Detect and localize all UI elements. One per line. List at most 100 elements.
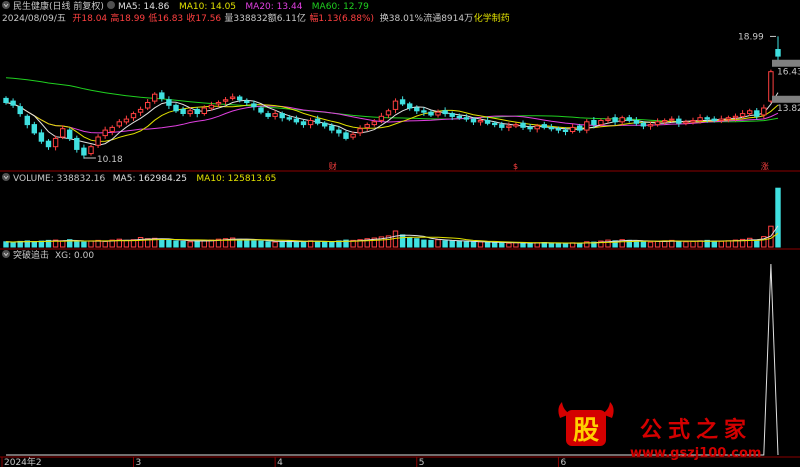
- volume-bar[interactable]: [775, 187, 781, 248]
- candle[interactable]: [407, 101, 413, 111]
- volume-bar[interactable]: [428, 239, 434, 248]
- volume-bar[interactable]: [322, 241, 328, 248]
- price-panel[interactable]: 10.18 18.99 16.43 13.82 财 $ 涨: [3, 32, 800, 171]
- volume-bar[interactable]: [102, 240, 108, 248]
- volume-bar[interactable]: [690, 240, 696, 248]
- candle[interactable]: [45, 139, 52, 150]
- candle[interactable]: [194, 107, 200, 118]
- volume-bar[interactable]: [640, 241, 647, 248]
- volume-bar[interactable]: [314, 240, 321, 248]
- volume-bar[interactable]: [463, 241, 470, 248]
- indicator-collapse-icon[interactable]: [2, 250, 10, 258]
- volume-bar[interactable]: [88, 240, 94, 248]
- volume-bar[interactable]: [194, 240, 200, 248]
- candle[interactable]: [633, 117, 640, 126]
- candle[interactable]: [577, 123, 583, 133]
- candle[interactable]: [116, 119, 122, 129]
- candle[interactable]: [300, 119, 307, 128]
- candle[interactable]: [137, 106, 144, 116]
- event-marker[interactable]: 涨: [761, 161, 769, 171]
- volume-bar[interactable]: [180, 240, 186, 248]
- stock-chart[interactable]: 民生健康(日线 前复权) MA5: 14.86 MA10: 14.05 MA20: …: [0, 0, 800, 467]
- candle[interactable]: [626, 114, 632, 123]
- volume-bar[interactable]: [173, 240, 179, 248]
- collapse-icon[interactable]: [2, 1, 10, 9]
- volume-bar[interactable]: [237, 238, 243, 248]
- candle[interactable]: [159, 90, 165, 102]
- candle[interactable]: [17, 103, 23, 117]
- volume-bar[interactable]: [60, 240, 66, 248]
- candle[interactable]: [442, 107, 448, 117]
- volume-bar[interactable]: [421, 239, 427, 248]
- volume-bar[interactable]: [414, 238, 420, 248]
- candle[interactable]: [428, 110, 434, 118]
- candle[interactable]: [145, 99, 151, 111]
- volume-bar[interactable]: [683, 241, 689, 248]
- candle[interactable]: [584, 119, 590, 134]
- volume-bar[interactable]: [399, 234, 406, 248]
- volume-bar[interactable]: [300, 240, 307, 248]
- candle[interactable]: [229, 93, 236, 101]
- volume-bar[interactable]: [647, 241, 654, 248]
- ma-settings-icon[interactable]: [107, 1, 115, 9]
- volume-bar[interactable]: [187, 241, 193, 248]
- candle[interactable]: [81, 144, 87, 159]
- volume-bar[interactable]: [435, 239, 441, 248]
- volume-bar[interactable]: [654, 240, 661, 248]
- candle[interactable]: [520, 120, 526, 130]
- candle[interactable]: [95, 134, 101, 148]
- volume-bar[interactable]: [81, 241, 87, 248]
- volume-bar[interactable]: [633, 240, 640, 248]
- volume-bar[interactable]: [470, 241, 477, 248]
- candle[interactable]: [74, 135, 80, 153]
- volume-bar[interactable]: [31, 241, 37, 248]
- candle[interactable]: [10, 98, 16, 108]
- volume-bar[interactable]: [166, 239, 172, 248]
- candle[interactable]: [244, 98, 250, 106]
- volume-bar[interactable]: [492, 242, 498, 248]
- volume-bar[interactable]: [520, 242, 526, 248]
- volume-bar[interactable]: [10, 241, 16, 248]
- candle[interactable]: [123, 115, 130, 125]
- candle[interactable]: [307, 117, 314, 129]
- volume-bar[interactable]: [548, 242, 555, 248]
- candle[interactable]: [109, 125, 115, 136]
- candle[interactable]: [130, 111, 137, 121]
- candle[interactable]: [676, 115, 682, 127]
- candle[interactable]: [754, 108, 760, 120]
- candle[interactable]: [541, 121, 547, 130]
- volume-bar[interactable]: [123, 239, 130, 248]
- volume-bar[interactable]: [407, 237, 413, 248]
- candle[interactable]: [364, 122, 370, 132]
- volume-bar[interactable]: [577, 242, 583, 248]
- candle[interactable]: [484, 117, 491, 126]
- candle[interactable]: [605, 116, 611, 124]
- candle[interactable]: [52, 135, 59, 151]
- volume-bar[interactable]: [513, 242, 519, 248]
- candle[interactable]: [60, 125, 66, 140]
- candle[interactable]: [3, 96, 9, 105]
- candle[interactable]: [392, 98, 399, 114]
- volume-bar[interactable]: [477, 241, 484, 248]
- candle[interactable]: [38, 129, 45, 144]
- volume-bar[interactable]: [244, 239, 250, 248]
- candle[interactable]: [102, 126, 108, 139]
- candle[interactable]: [166, 96, 172, 110]
- volume-bar[interactable]: [258, 240, 264, 248]
- candle[interactable]: [513, 122, 519, 129]
- volume-bar[interactable]: [279, 240, 285, 248]
- volume-bar[interactable]: [449, 240, 455, 248]
- volume-bar[interactable]: [329, 241, 335, 248]
- volume-bar[interactable]: [754, 239, 760, 248]
- volume-bar[interactable]: [251, 240, 257, 248]
- candle[interactable]: [569, 123, 576, 134]
- candle[interactable]: [527, 123, 533, 132]
- candle[interactable]: [399, 96, 406, 106]
- volume-bar[interactable]: [725, 240, 732, 248]
- candle[interactable]: [265, 110, 271, 119]
- candle[interactable]: [180, 106, 186, 117]
- volume-bar[interactable]: [159, 239, 165, 248]
- volume-bar[interactable]: [506, 242, 512, 248]
- volume-bar[interactable]: [711, 240, 717, 248]
- candle[interactable]: [683, 119, 689, 126]
